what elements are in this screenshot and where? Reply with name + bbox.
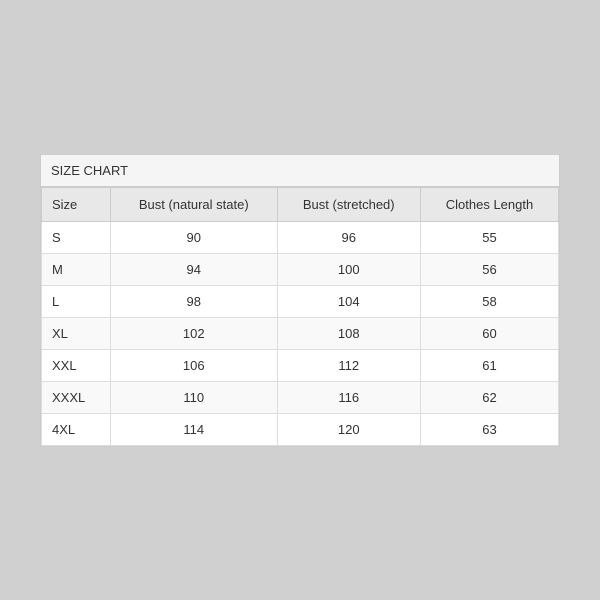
cell-bust_natural: 94 [111, 253, 277, 285]
table-row: XXL10611261 [42, 349, 559, 381]
cell-bust_natural: 110 [111, 381, 277, 413]
table-row: 4XL11412063 [42, 413, 559, 445]
header-bust-natural: Bust (natural state) [111, 187, 277, 221]
cell-length: 60 [420, 317, 558, 349]
cell-bust_stretched: 120 [277, 413, 420, 445]
cell-bust_stretched: 100 [277, 253, 420, 285]
cell-size: S [42, 221, 111, 253]
cell-bust_natural: 106 [111, 349, 277, 381]
cell-length: 55 [420, 221, 558, 253]
cell-length: 62 [420, 381, 558, 413]
cell-bust_natural: 114 [111, 413, 277, 445]
cell-size: L [42, 285, 111, 317]
cell-size: 4XL [42, 413, 111, 445]
table-row: XL10210860 [42, 317, 559, 349]
table-row: XXXL11011662 [42, 381, 559, 413]
cell-bust_stretched: 104 [277, 285, 420, 317]
size-chart-container: SIZE CHART Size Bust (natural state) Bus… [40, 154, 560, 447]
table-header-row: Size Bust (natural state) Bust (stretche… [42, 187, 559, 221]
table-row: S909655 [42, 221, 559, 253]
cell-bust_natural: 90 [111, 221, 277, 253]
cell-size: XL [42, 317, 111, 349]
cell-size: XXL [42, 349, 111, 381]
cell-bust_stretched: 116 [277, 381, 420, 413]
cell-bust_natural: 98 [111, 285, 277, 317]
cell-size: M [42, 253, 111, 285]
header-clothes-length: Clothes Length [420, 187, 558, 221]
table-row: L9810458 [42, 285, 559, 317]
table-title: SIZE CHART [41, 155, 559, 187]
table-row: M9410056 [42, 253, 559, 285]
cell-size: XXXL [42, 381, 111, 413]
cell-length: 63 [420, 413, 558, 445]
cell-length: 56 [420, 253, 558, 285]
cell-bust_stretched: 96 [277, 221, 420, 253]
cell-bust_stretched: 108 [277, 317, 420, 349]
header-bust-stretched: Bust (stretched) [277, 187, 420, 221]
cell-length: 61 [420, 349, 558, 381]
cell-bust_natural: 102 [111, 317, 277, 349]
cell-length: 58 [420, 285, 558, 317]
cell-bust_stretched: 112 [277, 349, 420, 381]
header-size: Size [42, 187, 111, 221]
size-chart-table: Size Bust (natural state) Bust (stretche… [41, 187, 559, 446]
